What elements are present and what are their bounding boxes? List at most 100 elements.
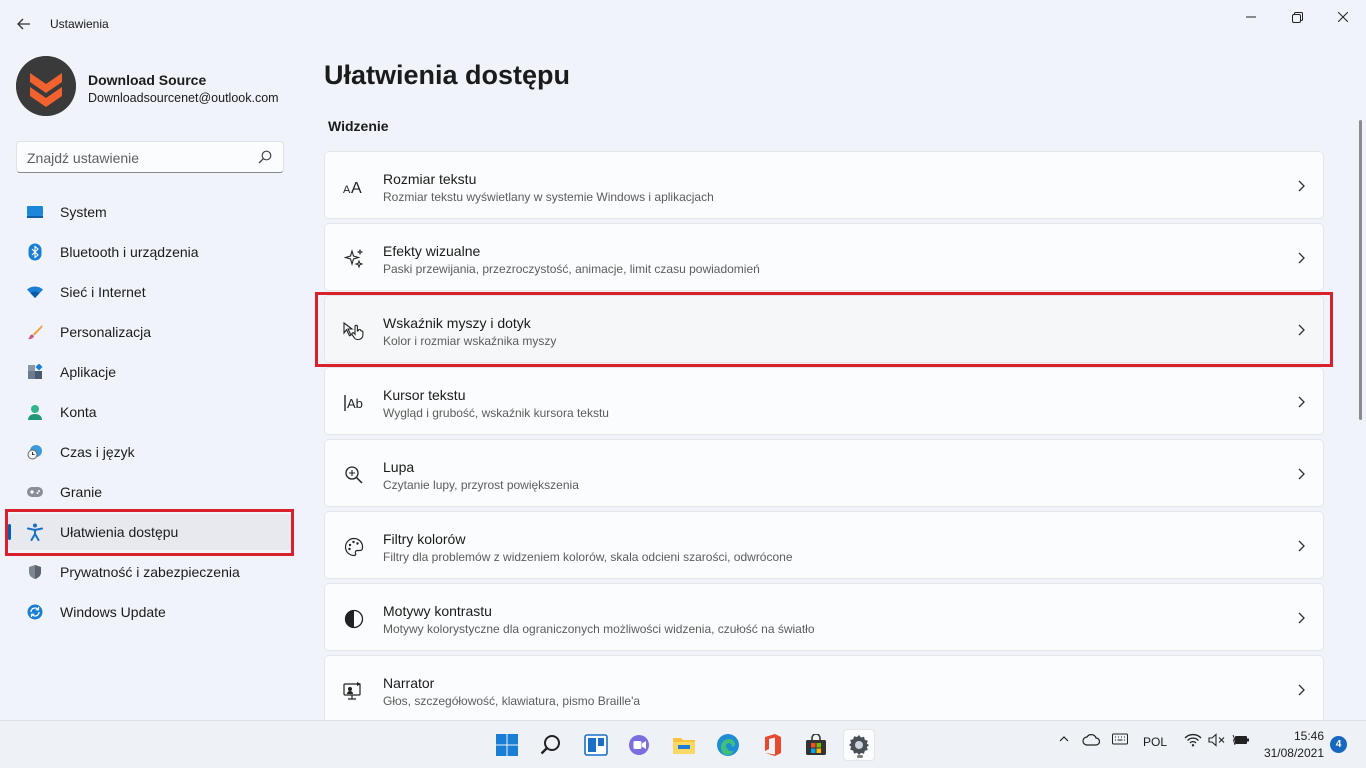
card-visual-effects[interactable]: Efekty wizualne Paski przewijania, przez… [324,223,1324,291]
chevron-right-icon [1298,252,1305,264]
card-description: Paski przewijania, przezroczystość, anim… [383,262,760,276]
sidebar-item-accounts[interactable]: Konta [8,394,292,430]
chevron-right-icon [1298,180,1305,192]
sidebar-item-bluetooth[interactable]: Bluetooth i urządzenia [8,234,292,270]
task-view-icon [584,734,608,756]
brush-icon [26,323,44,341]
highlight-box-main [315,292,1333,367]
sidebar-item-windows-update[interactable]: Windows Update [8,594,292,630]
taskbar-search-button[interactable] [535,729,567,761]
back-button[interactable] [10,10,38,38]
sidebar-item-system[interactable]: System [8,194,292,230]
show-hidden-icons-button[interactable] [1058,733,1070,748]
clock-date: 31/08/2021 [1263,746,1324,760]
store-button[interactable] [800,729,832,761]
minimize-icon [1246,16,1256,18]
search-input[interactable] [27,150,247,166]
narrator-icon [343,680,365,702]
sidebar-item-network[interactable]: Sieć i Internet [8,274,292,310]
card-title: Narrator [383,675,435,691]
card-description: Czytanie lupy, przyrost powiększenia [383,478,579,492]
text-size-icon: AA [343,176,365,198]
search-icon [540,735,560,755]
task-view-button[interactable] [580,729,612,761]
card-narrator[interactable]: Narrator Głos, szczegółowość, klawiatura… [324,655,1324,723]
system-icon [26,203,44,221]
keyboard-button[interactable] [1112,733,1128,748]
maximize-button[interactable] [1274,0,1320,34]
sidebar-item-personalization[interactable]: Personalizacja [8,314,292,350]
gamepad-icon [26,483,44,501]
sidebar-nav: System Bluetooth i urządzenia Sieć i Int… [8,194,292,634]
svg-text:A: A [351,180,362,195]
apps-icon [26,363,44,381]
scrollbar[interactable] [1359,120,1362,420]
settings-taskbar-button[interactable] [843,729,875,761]
battery-tray-button[interactable] [1232,733,1250,750]
folder-icon [673,738,695,754]
card-magnifier[interactable]: Lupa Czytanie lupy, przyrost powiększeni… [324,439,1324,507]
card-description: Motywy kolorystyczne dla ograniczonych m… [383,622,815,636]
search-box[interactable] [16,141,284,173]
active-app-indicator [857,755,863,758]
close-button[interactable] [1320,0,1366,34]
card-description: Wygląd i grubość, wskaźnik kursora tekst… [383,406,609,420]
sidebar-item-label: Windows Update [60,604,166,620]
page-title: Ułatwienia dostępu [324,60,571,90]
restore-icon [1291,11,1303,23]
profile-email: Downloadsourcenet@outlook.com [88,91,279,105]
file-explorer-button[interactable] [668,729,700,761]
start-button[interactable] [491,729,523,761]
sidebar-item-label: Prywatność i zabezpieczenia [60,564,240,580]
edge-button[interactable] [712,729,744,761]
card-title: Kursor tekstu [383,387,466,403]
minimize-button[interactable] [1228,0,1274,34]
chat-icon [629,735,649,755]
card-text-size[interactable]: AA Rozmiar tekstu Rozmiar tekstu wyświet… [324,151,1324,219]
office-button[interactable] [756,729,788,761]
weather-button[interactable] [1082,733,1101,750]
card-title: Lupa [383,459,415,475]
close-icon [1338,12,1348,22]
network-tray-button[interactable] [1184,733,1202,750]
volume-muted-icon [1208,733,1225,747]
back-arrow-icon [17,18,30,30]
cloud-icon [1082,734,1101,746]
wifi-icon [1184,733,1202,747]
bluetooth-icon [26,243,44,261]
chevron-right-icon [1298,540,1305,552]
sidebar-item-time-language[interactable]: Czas i język [8,434,292,470]
volume-tray-button[interactable] [1208,733,1226,750]
search-icon[interactable] [257,149,273,165]
section-title: Widzenie [328,118,389,134]
chevron-right-icon [1298,468,1305,480]
wifi-icon [26,283,44,301]
sidebar-item-privacy[interactable]: Prywatność i zabezpieczenia [8,554,292,590]
notification-badge[interactable]: 4 [1330,736,1347,753]
card-text-cursor[interactable]: Ab Kursor tekstu Wygląd i grubość, wskaź… [324,367,1324,435]
chat-button[interactable] [624,729,656,761]
card-color-filters[interactable]: Filtry kolorów Filtry dla problemów z wi… [324,511,1324,579]
edge-icon [717,734,739,756]
svg-text:Ab: Ab [347,396,363,411]
card-title: Rozmiar tekstu [383,171,477,187]
card-contrast-themes[interactable]: Motywy kontrastu Motywy kolorystyczne dl… [324,583,1324,651]
sidebar-item-apps[interactable]: Aplikacje [8,354,292,390]
avatar[interactable] [16,56,76,116]
text-cursor-icon: Ab [343,392,365,414]
windows-logo-icon [496,734,518,756]
profile-name: Download Source [88,72,207,88]
magnifier-icon [343,464,365,486]
clock[interactable]: 15:46 31/08/2021 [1262,728,1324,762]
clock-time: 15:46 [1293,729,1324,743]
chevron-right-icon [1298,612,1305,624]
profile-logo-icon [16,56,76,116]
card-title: Motywy kontrastu [383,603,492,619]
highlight-box-sidebar [5,509,294,556]
clock-globe-icon [26,443,44,461]
sidebar-item-label: Konta [60,404,97,420]
language-indicator[interactable]: POL [1143,735,1167,749]
settings-list: AA Rozmiar tekstu Rozmiar tekstu wyświet… [324,151,1324,727]
sidebar-item-gaming[interactable]: Granie [8,474,292,510]
sidebar-item-label: System [60,204,107,220]
